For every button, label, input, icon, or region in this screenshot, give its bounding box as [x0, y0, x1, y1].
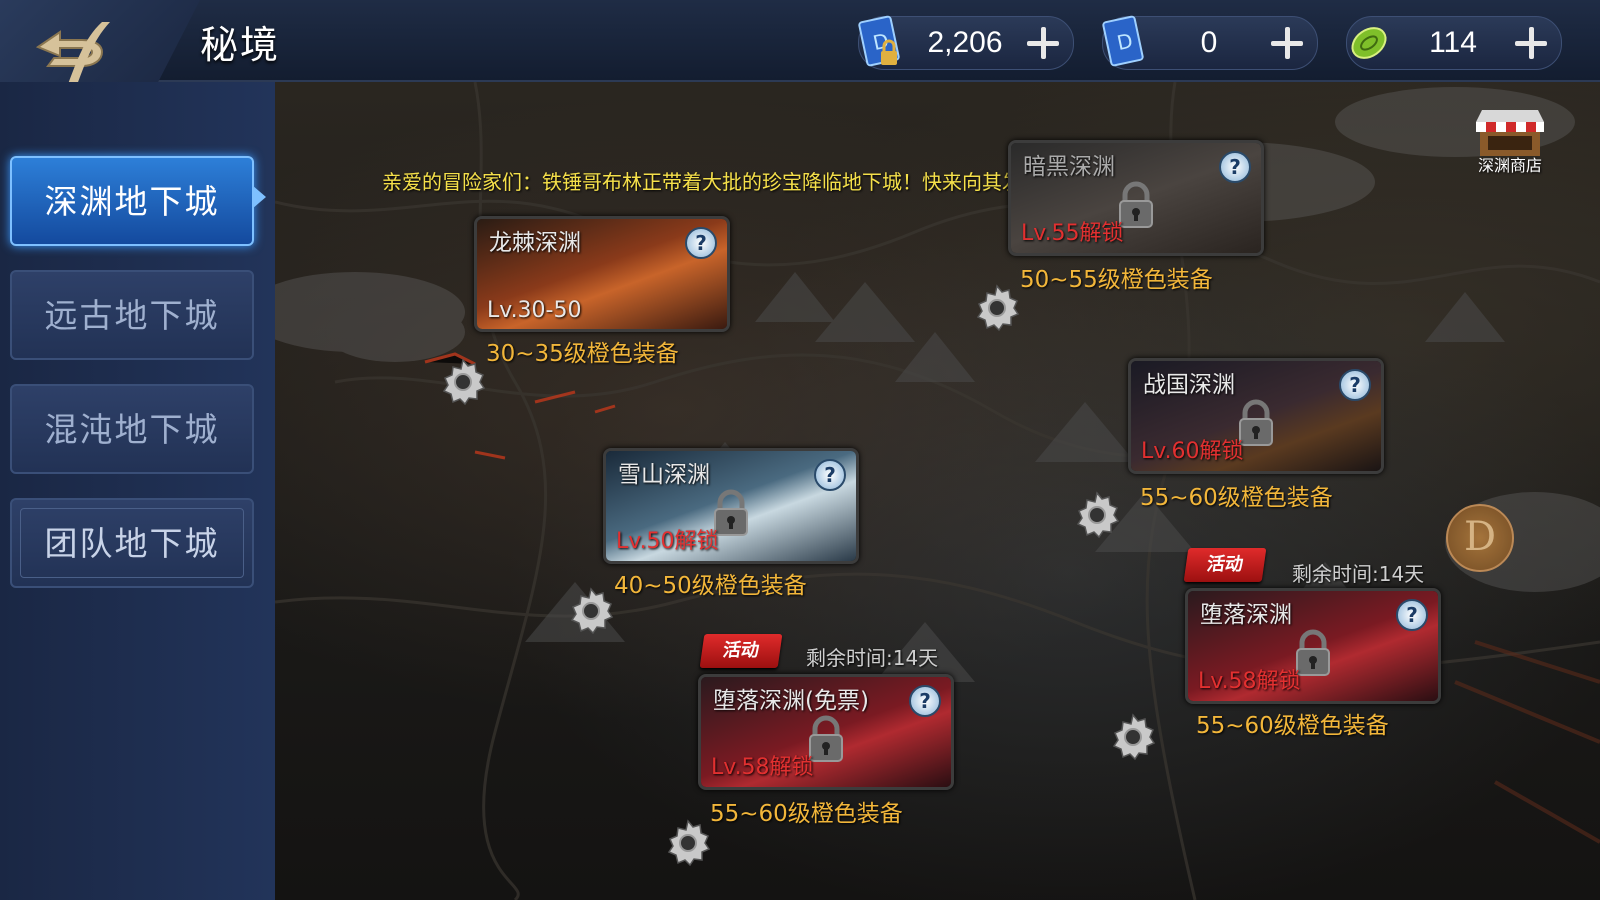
event-badge: 活动: [1183, 548, 1267, 582]
help-icon[interactable]: ?: [1396, 599, 1428, 631]
add-gold-button[interactable]: [1513, 25, 1549, 61]
abyss-shop-button[interactable]: 深渊商店: [1470, 110, 1550, 180]
dungeon-reward: 30~35级橙色装备: [486, 341, 679, 367]
gear-node-icon[interactable]: [1072, 490, 1122, 540]
dungeon-name: 堕落深渊: [1200, 602, 1292, 628]
tab-chaos-dungeon[interactable]: 混沌地下城: [10, 384, 254, 474]
ticket-icon: D: [1102, 15, 1144, 67]
currency-value: 2,206: [927, 26, 1003, 59]
dungeon-level: Lv.30-50: [487, 298, 582, 323]
dungeon-reward: 55~60级橙色装备: [1196, 713, 1389, 739]
dungeon-card-fallen-free[interactable]: 堕落深渊(免票) ? Lv.58解锁: [698, 674, 954, 790]
help-icon[interactable]: ?: [909, 685, 941, 717]
currency-gold: 114: [1346, 16, 1562, 70]
dungeon-category-sidebar: 深渊地下城 远古地下城 混沌地下城 团队地下城: [0, 82, 275, 900]
dungeon-name: 雪山深渊: [618, 462, 710, 488]
event-time-remaining: 剩余时间:14天: [806, 646, 939, 670]
add-tickets-button[interactable]: [1269, 25, 1305, 61]
side-d-button[interactable]: D: [1446, 504, 1514, 572]
dungeon-name: 战国深渊: [1143, 372, 1235, 398]
gear-node-icon[interactable]: [663, 818, 713, 868]
currency-tickets: D 0: [1102, 15, 1318, 70]
gear-node-icon[interactable]: [438, 357, 488, 407]
dungeon-card-dragon-thorn[interactable]: 龙棘深渊 ? Lv.30-50: [474, 216, 730, 332]
dungeon-level: Lv.50解锁: [616, 529, 719, 554]
tab-ancient-dungeon[interactable]: 远古地下城: [10, 270, 254, 360]
help-icon[interactable]: ?: [814, 459, 846, 491]
dungeon-card-warring-states[interactable]: 战国深渊 ? Lv.60解锁: [1128, 358, 1384, 474]
gear-node-icon[interactable]: [566, 586, 616, 636]
dungeon-reward: 55~60级橙色装备: [1140, 485, 1333, 511]
top-bar: 秘境 D 2,206 D 0 114: [0, 0, 1600, 98]
dungeon-reward: 40~50级橙色装备: [614, 573, 807, 599]
dungeon-card-snow-mountain[interactable]: 雪山深渊 ? Lv.50解锁: [603, 448, 859, 564]
gear-node-icon[interactable]: [1108, 712, 1158, 762]
tab-abyss-dungeon[interactable]: 深渊地下城: [10, 156, 254, 246]
active-tab-arrow-icon: [252, 185, 266, 209]
currency-value: 0: [1200, 26, 1218, 59]
help-icon[interactable]: ?: [685, 227, 717, 259]
tab-team-dungeon-label: 团队地下城: [44, 524, 220, 563]
dungeon-card-fallen-abyss[interactable]: 堕落深渊 ? Lv.58解锁: [1185, 588, 1441, 704]
help-icon[interactable]: ?: [1219, 151, 1251, 183]
event-badge: 活动: [699, 634, 783, 668]
dungeon-name: 暗黑深渊: [1023, 154, 1115, 180]
page-title: 秘境: [200, 23, 281, 67]
dungeon-name: 龙棘深渊: [489, 230, 581, 256]
currency-value: 114: [1429, 26, 1477, 59]
dungeon-card-dark-abyss[interactable]: 暗黑深渊 ? Lv.55解锁: [1008, 140, 1264, 256]
gold-coin-icon: [1351, 27, 1387, 59]
dungeon-reward: 55~60级橙色装备: [710, 801, 903, 827]
dungeon-level: Lv.55解锁: [1021, 221, 1124, 246]
dungeon-level: Lv.58解锁: [711, 755, 814, 780]
help-icon[interactable]: ?: [1339, 369, 1371, 401]
dungeon-name: 堕落深渊(免票): [713, 688, 869, 714]
shop-label: 深渊商店: [1477, 156, 1542, 175]
tab-team-dungeon[interactable]: 团队地下城: [10, 498, 254, 588]
event-time-remaining: 剩余时间:14天: [1292, 562, 1425, 586]
dungeon-level: Lv.60解锁: [1141, 439, 1244, 464]
dungeon-reward: 50~55级橙色装备: [1020, 267, 1213, 293]
gear-node-icon[interactable]: [972, 283, 1022, 333]
add-locked-tickets-button[interactable]: [1025, 25, 1061, 61]
locked-ticket-icon: D: [858, 15, 900, 67]
currency-locked-tickets: D 2,206: [858, 15, 1074, 70]
dungeon-level: Lv.58解锁: [1198, 669, 1301, 694]
